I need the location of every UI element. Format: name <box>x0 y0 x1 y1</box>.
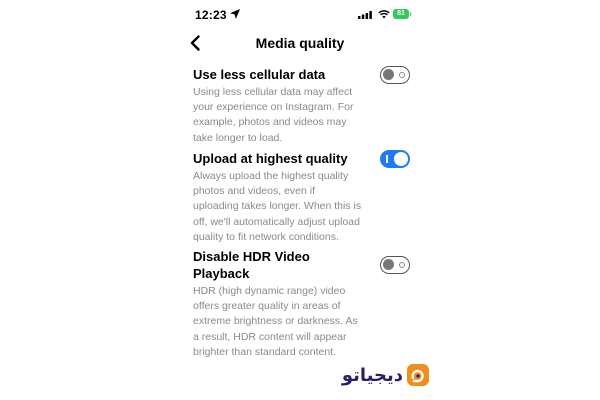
status-time: 12:23 <box>195 8 227 22</box>
signal-icon <box>358 11 372 19</box>
battery-icon: 81 <box>393 9 411 19</box>
watermark-logo: دیجیاتو <box>325 362 430 392</box>
toggle-knob <box>383 69 394 80</box>
upload-highest-quality-toggle[interactable] <box>380 150 410 168</box>
location-arrow-icon <box>230 9 240 19</box>
setting-title: Use less cellular data <box>193 67 326 82</box>
setting-title: Upload at highest quality <box>193 151 348 166</box>
status-bar: 12:23 81 <box>180 0 420 28</box>
nav-bar: Media quality <box>180 30 420 58</box>
less-cellular-data-toggle[interactable] <box>380 66 410 84</box>
toggle-on-mark <box>386 155 388 163</box>
toggle-off-mark <box>399 71 405 78</box>
wifi-icon <box>378 10 390 19</box>
watermark-logo-icon <box>407 364 429 386</box>
watermark-logo-text: دیجیاتو <box>341 365 403 385</box>
page-title: Media quality <box>255 35 345 51</box>
setting-disable-hdr-playback: Disable HDR Video Playback HDR (high dyn… <box>193 248 415 360</box>
toggle-off-mark <box>399 261 405 268</box>
settings-screen: 12:23 81 Media quality Use less cellular… <box>180 0 420 400</box>
toggle-knob <box>394 152 408 166</box>
setting-description: Always upload the highest quality photos… <box>193 170 362 243</box>
setting-title: Disable HDR Video Playback <box>193 249 310 281</box>
setting-upload-highest-quality: Upload at highest quality Always upload … <box>193 150 415 248</box>
setting-description: HDR (high dynamic range) video offers gr… <box>193 285 358 358</box>
toggle-knob <box>383 259 394 270</box>
disable-hdr-playback-toggle[interactable] <box>380 256 410 274</box>
